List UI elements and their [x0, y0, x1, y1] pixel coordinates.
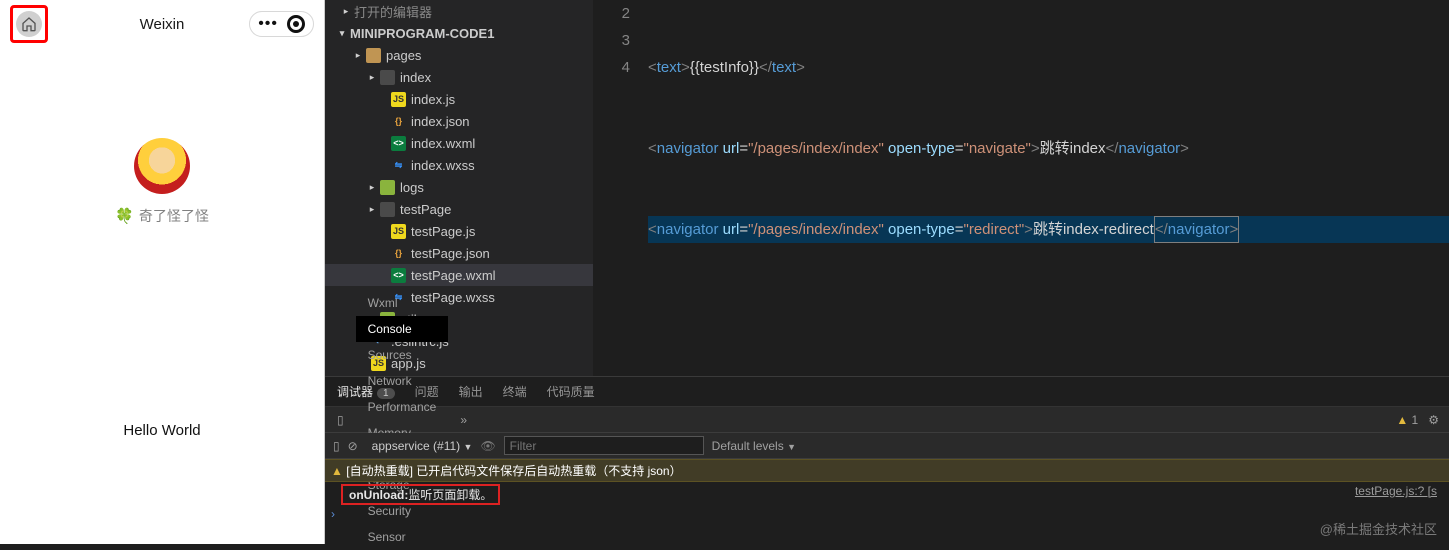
devtab-sources[interactable]: Sources — [356, 342, 449, 368]
devtools-right: ▲ 1 ⚙ — [1396, 413, 1449, 427]
console-prompt[interactable]: › — [325, 507, 1449, 521]
tab-terminal[interactable]: 终端 — [503, 383, 527, 400]
devtab-wxml[interactable]: Wxml — [356, 290, 449, 316]
log-source-link[interactable]: testPage.js:? [s — [1355, 484, 1437, 505]
code-content[interactable]: <text>{{testInfo}}</text> <navigator url… — [648, 0, 1449, 376]
hello-text: Hello World — [123, 422, 200, 439]
code-line: <navigator url="/pages/index/index" open… — [648, 135, 1449, 162]
code-line-active: <navigator url="/pages/index/index" open… — [648, 216, 1449, 243]
console-warning: ▲ [自动热重载] 已开启代码文件保存后自动热重载（不支持 json） — [325, 459, 1449, 482]
bottom-tabs: 调试器1 问题 输出 终端 代码质量 — [325, 377, 1449, 407]
code-line: <text>{{testInfo}}</text> — [648, 54, 1449, 81]
bottom-panel: 调试器1 问题 输出 终端 代码质量 ▯ WxmlConsoleSourcesN… — [325, 376, 1449, 544]
tree-item[interactable]: {}index.json — [325, 110, 593, 132]
home-icon — [16, 11, 42, 37]
tree-item[interactable]: ▸testPage — [325, 198, 593, 220]
tree-root[interactable]: ▾MINIPROGRAM-CODE1 — [325, 22, 593, 44]
tree-item[interactable]: <>testPage.wxml — [325, 264, 593, 286]
capsule-button[interactable]: ••• — [249, 11, 314, 37]
tree-item[interactable]: <>index.wxml — [325, 132, 593, 154]
simulator-nav-bar: Weixin ••• — [0, 0, 324, 48]
code-editor[interactable]: 2 3 4 <text>{{testInfo}}</text> <navigat… — [593, 0, 1449, 376]
devtab-network[interactable]: Network — [356, 368, 449, 394]
console-output[interactable]: ▲ [自动热重载] 已开启代码文件保存后自动热重载（不支持 json） onUn… — [325, 459, 1449, 544]
warning-count[interactable]: ▲ 1 — [1396, 413, 1418, 427]
clear-console-icon[interactable]: ⊘ — [348, 439, 358, 453]
avatar — [134, 138, 190, 194]
tree-item[interactable]: JSindex.js — [325, 88, 593, 110]
devtools-dock-icon[interactable]: ▯ — [325, 407, 356, 433]
settings-icon[interactable]: ⚙ — [1428, 413, 1439, 427]
nickname-text: 奇了怪了怪 — [139, 206, 209, 226]
tree-item[interactable]: ▸logs — [325, 176, 593, 198]
levels-selector[interactable]: Default levels ▼ — [712, 439, 796, 453]
tree-item[interactable]: ▸pages — [325, 44, 593, 66]
ide-main: ▸打开的编辑器 ▾MINIPROGRAM-CODE1 ▸pages▸indexJ… — [325, 0, 1449, 376]
devtools-tabs: ▯ WxmlConsoleSourcesNetworkPerformanceMe… — [325, 407, 1449, 433]
ide-panel: ▸打开的编辑器 ▾MINIPROGRAM-CODE1 ▸pages▸indexJ… — [325, 0, 1449, 544]
toggle-sidebar-icon[interactable]: ▯ — [333, 439, 340, 453]
more-icon[interactable]: ••• — [258, 15, 278, 33]
tree-open-editors[interactable]: ▸打开的编辑器 — [325, 0, 593, 22]
context-selector[interactable]: appservice (#11) ▼ — [372, 439, 473, 453]
eye-icon[interactable]: 👁 — [480, 439, 495, 453]
devtab-performance[interactable]: Performance — [356, 394, 449, 420]
tree-item[interactable]: JStestPage.js — [325, 220, 593, 242]
devtab-console[interactable]: Console — [356, 316, 449, 342]
line-gutter: 2 3 4 — [593, 0, 648, 376]
tab-quality[interactable]: 代码质量 — [547, 383, 595, 400]
clover-icon: 🍀 — [115, 207, 134, 225]
console-log: onUnload:监听页面卸载。 testPage.js:? [s — [325, 482, 1449, 507]
tree-item[interactable]: {}testPage.json — [325, 242, 593, 264]
close-mini-icon[interactable] — [287, 15, 305, 33]
simulator-panel: Weixin ••• 🍀 奇了怪了怪 Hello World — [0, 0, 325, 544]
nickname-row: 🍀 奇了怪了怪 — [115, 206, 209, 226]
home-button[interactable] — [10, 5, 48, 43]
console-toolbar: ▯ ⊘ appservice (#11) ▼ 👁 Default levels … — [325, 433, 1449, 459]
simulator-content: 🍀 奇了怪了怪 Hello World — [0, 48, 324, 544]
tree-item[interactable]: ⇋index.wxss — [325, 154, 593, 176]
tree-item[interactable]: ▸index — [325, 66, 593, 88]
filter-input[interactable] — [504, 436, 704, 455]
devtools-more[interactable]: » — [448, 407, 479, 433]
tab-output[interactable]: 输出 — [459, 383, 483, 400]
